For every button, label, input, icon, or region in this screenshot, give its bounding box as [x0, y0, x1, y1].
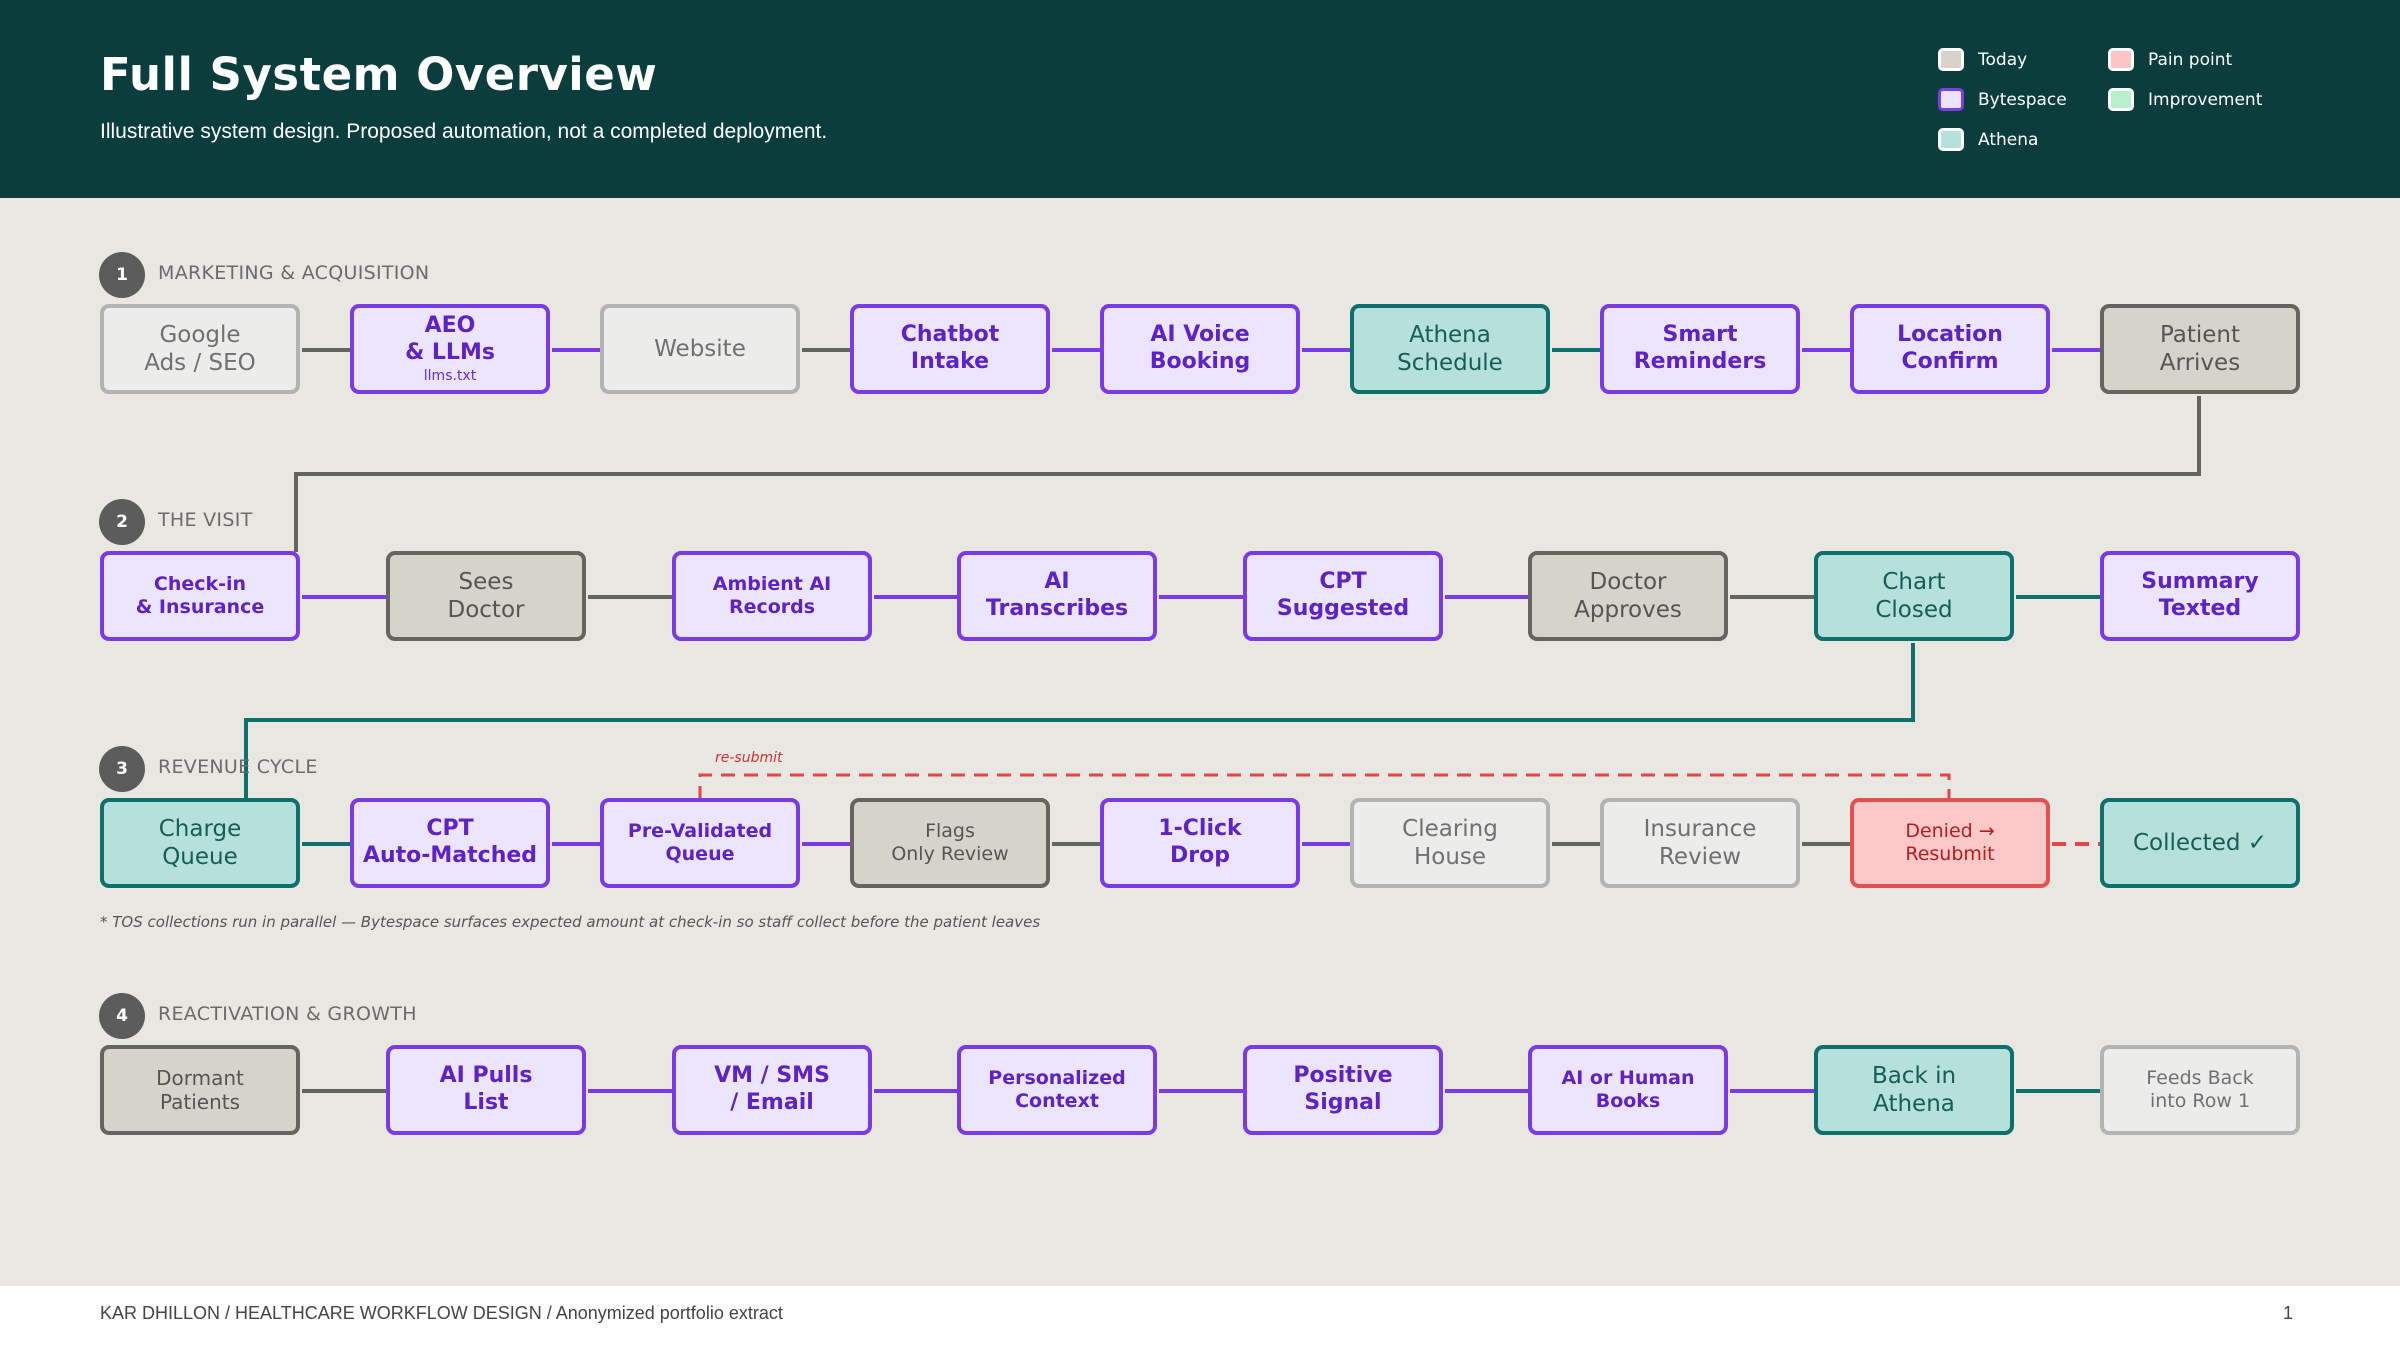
node-dormant-patients: Dormant Patients — [100, 1045, 300, 1135]
node-check-in-insurance: Check-in & Insurance — [100, 551, 300, 641]
revenue-footnote: * TOS collections run in parallel — Byte… — [100, 913, 1041, 931]
node-summary-texted: Summary Texted — [2100, 551, 2300, 641]
node-doctor-approves: Doctor Approves — [1528, 551, 1728, 641]
node-feeds-back-row1: Feeds Back into Row 1 — [2100, 1045, 2300, 1135]
flow-connectors — [244, 348, 2201, 1093]
connector-row1-to-row2 — [294, 396, 2201, 552]
node-label: AEO & LLMs — [405, 313, 495, 366]
node-positive-signal: Positive Signal — [1243, 1045, 1443, 1135]
node-ai-pulls-list: AI Pulls List — [386, 1045, 586, 1135]
node-location-confirm: Location Confirm — [1850, 304, 2050, 394]
node-smart-reminders: Smart Reminders — [1600, 304, 1800, 394]
section-number-badge: 2 — [99, 499, 145, 545]
node-ai-or-human-books: AI or Human Books — [1528, 1045, 1728, 1135]
node-personalized-context: Personalized Context — [957, 1045, 1157, 1135]
node-google-ads-seo: Google Ads / SEO — [100, 304, 300, 394]
section-label-marketing: MARKETING & ACQUISITION — [158, 262, 430, 284]
node-flags-only-review: Flags Only Review — [850, 798, 1050, 888]
section-number-badge: 1 — [99, 252, 145, 298]
node-chart-closed: Chart Closed — [1814, 551, 2014, 641]
section-label-the-visit: THE VISIT — [158, 509, 253, 531]
node-patient-arrives: Patient Arrives — [2100, 304, 2300, 394]
node-website: Website — [600, 304, 800, 394]
node-ambient-ai-records: Ambient AI Records — [672, 551, 872, 641]
node-sees-doctor: Sees Doctor — [386, 551, 586, 641]
resubmit-loop — [698, 773, 1951, 800]
node-sublabel: llms.txt — [423, 368, 477, 385]
node-ai-voice-booking: AI Voice Booking — [1100, 304, 1300, 394]
node-collected: Collected ✓ — [2100, 798, 2300, 888]
node-charge-queue: Charge Queue — [100, 798, 300, 888]
resubmit-label: re-submit — [715, 750, 783, 766]
node-clearing-house: Clearing House — [1350, 798, 1550, 888]
page-number: 1 — [2283, 1303, 2294, 1323]
node-aeo-llms: AEO & LLMs llms.txt — [350, 304, 550, 394]
section-label-reactivation: REACTIVATION & GROWTH — [158, 1003, 417, 1025]
section-number-badge: 3 — [99, 746, 145, 792]
node-athena-schedule: Athena Schedule — [1350, 304, 1550, 394]
node-cpt-auto-matched: CPT Auto-Matched — [350, 798, 550, 888]
node-one-click-drop: 1-Click Drop — [1100, 798, 1300, 888]
section-label-revenue-cycle: REVENUE CYCLE — [158, 756, 318, 778]
footer-credit: KAR DHILLON / HEALTHCARE WORKFLOW DESIGN… — [100, 1303, 783, 1323]
node-pre-validated-queue: Pre-Validated Queue — [600, 798, 800, 888]
node-vm-sms-email: VM / SMS / Email — [672, 1045, 872, 1135]
node-chatbot-intake: Chatbot Intake — [850, 304, 1050, 394]
section-number-badge: 4 — [99, 993, 145, 1039]
node-cpt-suggested: CPT Suggested — [1243, 551, 1443, 641]
node-denied-resubmit: Denied → Resubmit — [1850, 798, 2050, 888]
node-back-in-athena: Back in Athena — [1814, 1045, 2014, 1135]
node-insurance-review: Insurance Review — [1600, 798, 1800, 888]
node-ai-transcribes: AI Transcribes — [957, 551, 1157, 641]
